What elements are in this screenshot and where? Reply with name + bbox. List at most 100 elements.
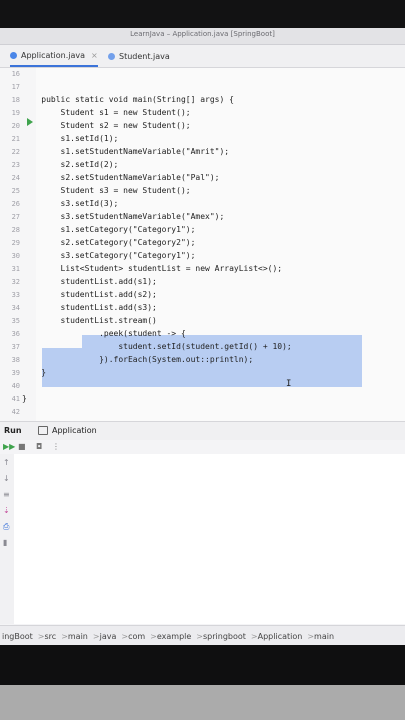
line-number: 41 xyxy=(11,395,20,403)
code-line: studentList.add(s2); xyxy=(22,290,157,299)
line-number: 37 xyxy=(11,343,20,351)
line-number: 36 xyxy=(11,330,20,338)
camera-icon[interactable]: ◘ xyxy=(36,442,42,451)
java-class-icon xyxy=(10,51,17,59)
editor-tabs: Application.java × Student.java xyxy=(0,45,405,68)
console-output[interactable] xyxy=(14,454,405,624)
run-toolbar: ▶▶ ■ ◘ ⋮ xyxy=(0,440,405,455)
breadcrumb: ingBoot > src > main > java > com > exam… xyxy=(0,625,405,645)
line-number: 23 xyxy=(11,161,20,169)
run-side-toolbar: ↑ ↓ ≡ ⇣ ⎙ ▮ xyxy=(0,454,15,624)
breadcrumb-sep: > xyxy=(92,631,100,641)
code-line: Student s2 = new Student(); xyxy=(22,121,191,130)
text-cursor: I xyxy=(286,379,292,389)
print-icon[interactable]: ⎙ xyxy=(3,522,9,532)
code-line: s1.setId(1); xyxy=(22,134,119,143)
breadcrumb-item[interactable]: main xyxy=(68,632,88,641)
stop-icon[interactable]: ■ xyxy=(18,442,26,451)
selection-highlight xyxy=(42,348,362,387)
breadcrumb-item[interactable]: ingBoot xyxy=(2,632,33,641)
breadcrumb-sep: > xyxy=(121,631,129,641)
code-line: } xyxy=(22,394,27,403)
more-icon[interactable]: ⋮ xyxy=(52,442,60,451)
console-icon xyxy=(38,426,48,435)
code-line: Student s1 = new Student(); xyxy=(22,108,191,117)
title-bar: LearnJava – Application.java [SpringBoot… xyxy=(0,28,405,45)
code-line: s1.setStudentNameVariable("Amrit"); xyxy=(22,147,230,156)
run-panel-header: Run Application xyxy=(0,421,405,441)
line-number: 17 xyxy=(11,83,20,91)
tab-label: Application.java xyxy=(21,50,86,60)
breadcrumb-item[interactable]: springboot xyxy=(203,632,246,641)
line-number: 33 xyxy=(11,291,20,299)
breadcrumb-item[interactable]: main xyxy=(314,632,334,641)
line-number: 22 xyxy=(11,148,20,156)
line-number: 31 xyxy=(11,265,20,273)
line-number: 32 xyxy=(11,278,20,286)
run-label: Run xyxy=(4,426,22,435)
code-line: List<Student> studentList = new ArrayLis… xyxy=(22,264,283,273)
window-title: LearnJava – Application.java [SpringBoot… xyxy=(130,30,275,38)
code-line: s2.setId(2); xyxy=(22,160,119,169)
wrap-icon[interactable]: ≡ xyxy=(3,490,10,499)
breadcrumb-sep: > xyxy=(250,631,258,641)
code-line: s3.setCategory("Category1"); xyxy=(22,251,196,260)
line-number: 21 xyxy=(11,135,20,143)
code-line: public static void main(String[] args) { xyxy=(22,95,234,104)
line-number: 20 xyxy=(11,122,20,130)
ide-window: LearnJava – Application.java [SpringBoot… xyxy=(0,28,405,645)
code-line: student.setId(student.getId() + 10); xyxy=(22,342,292,351)
line-number: 16 xyxy=(11,70,20,78)
tab-student-java[interactable]: Student.java xyxy=(108,45,170,67)
line-number: 39 xyxy=(11,369,20,377)
line-number: 34 xyxy=(11,304,20,312)
run-tab-label: Application xyxy=(52,426,97,435)
arrow-down-icon[interactable]: ↓ xyxy=(3,474,10,483)
code-line: .peek(student -> { xyxy=(22,329,186,338)
line-number: 38 xyxy=(11,356,20,364)
breadcrumb-sep: > xyxy=(37,631,45,641)
breadcrumb-item[interactable]: src xyxy=(45,632,57,641)
breadcrumb-sep: > xyxy=(307,631,315,641)
code-line: }).forEach(System.out::println); xyxy=(22,355,254,364)
breadcrumb-item[interactable]: com xyxy=(128,632,145,641)
close-icon[interactable]: × xyxy=(91,51,98,60)
line-number: 25 xyxy=(11,187,20,195)
tab-application-java[interactable]: Application.java × xyxy=(10,45,98,67)
breadcrumb-item[interactable]: example xyxy=(157,632,191,641)
breadcrumb-item[interactable]: Application xyxy=(258,632,303,641)
line-number: 26 xyxy=(11,200,20,208)
code-line: } xyxy=(22,368,47,377)
keyboard-edge xyxy=(0,685,405,720)
code-line: studentList.add(s3); xyxy=(22,303,157,312)
code-line: s3.setStudentNameVariable("Amex"); xyxy=(22,212,225,221)
trash-icon[interactable]: ▮ xyxy=(3,538,7,547)
code-line: s1.setCategory("Category1"); xyxy=(22,225,196,234)
breadcrumb-item[interactable]: java xyxy=(100,632,117,641)
line-number: 29 xyxy=(11,239,20,247)
code-line: s2.setCategory("Category2"); xyxy=(22,238,196,247)
code-line: s2.setStudentNameVariable("Pal"); xyxy=(22,173,220,182)
code-line: studentList.add(s1); xyxy=(22,277,157,286)
code-line: studentList.stream() xyxy=(22,316,157,325)
line-number: 28 xyxy=(11,226,20,234)
device-bezel-top xyxy=(0,0,405,28)
scroll-to-end-icon[interactable]: ⇣ xyxy=(3,506,10,515)
tab-run-application[interactable]: Application xyxy=(38,426,97,435)
breadcrumb-sep: > xyxy=(196,631,203,641)
line-number: 24 xyxy=(11,174,20,182)
breadcrumb-sep: > xyxy=(61,631,68,641)
tab-label: Student.java xyxy=(119,51,170,61)
code-line: s3.setId(3); xyxy=(22,199,119,208)
line-number: 30 xyxy=(11,252,20,260)
line-number: 18 xyxy=(11,96,20,104)
breadcrumb-sep: > xyxy=(150,631,157,641)
rerun-icon[interactable]: ▶▶ xyxy=(3,442,15,451)
line-number: 42 xyxy=(11,408,20,416)
line-number: 35 xyxy=(11,317,20,325)
code-editor[interactable]: 16 17 18 public static void main(String[] … xyxy=(0,68,405,421)
code-line: Student s3 = new Student(); xyxy=(22,186,191,195)
line-number: 19 xyxy=(11,109,20,117)
arrow-up-icon[interactable]: ↑ xyxy=(3,458,10,467)
line-number: 27 xyxy=(11,213,20,221)
